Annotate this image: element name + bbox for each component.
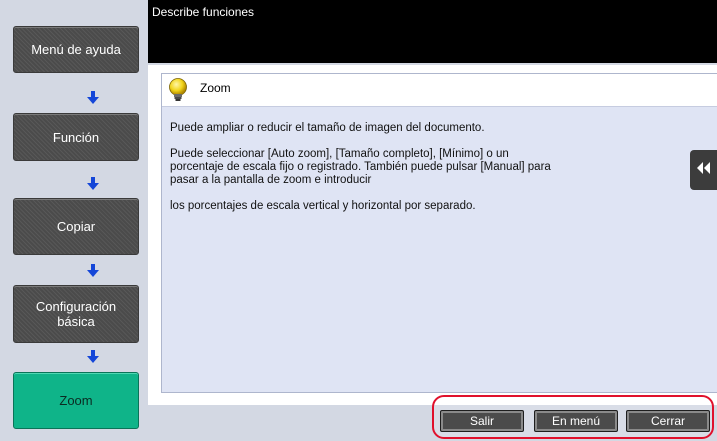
header-bar: Describe funciones xyxy=(148,0,717,63)
exit-button[interactable]: Salir xyxy=(440,410,524,432)
nav-item-label: Menú de ayuda xyxy=(31,42,121,57)
in-menu-button[interactable]: En menú xyxy=(534,410,618,432)
exit-button-label: Salir xyxy=(469,414,494,428)
page-title: Describe funciones xyxy=(152,5,255,19)
nav-item-copy[interactable]: Copiar xyxy=(13,198,139,255)
nav-item-help-menu[interactable]: Menú de ayuda xyxy=(13,26,139,73)
help-navigation: Menú de ayuda Función Copiar Configuraci… xyxy=(0,0,148,441)
description-panel: Zoom Puede ampliar o reducir el tamaño d… xyxy=(161,73,717,393)
nav-item-label: Copiar xyxy=(56,219,96,234)
nav-item-zoom[interactable]: Zoom xyxy=(13,372,139,429)
close-button-label: Cerrar xyxy=(650,414,685,428)
nav-item-function[interactable]: Función xyxy=(13,113,139,161)
nav-item-basic-settings[interactable]: Configuración básica xyxy=(13,285,139,343)
arrow-down-icon xyxy=(87,91,99,105)
lightbulb-icon xyxy=(167,77,189,108)
double-chevron-left-icon xyxy=(696,161,711,179)
arrow-down-icon xyxy=(87,350,99,364)
collapse-panel-button[interactable] xyxy=(690,150,717,190)
main-area: Zoom Puede ampliar o reducir el tamaño d… xyxy=(148,65,717,405)
paragraph: Puede ampliar o reducir el tamaño de ima… xyxy=(170,122,485,134)
in-menu-button-label: En menú xyxy=(551,414,601,428)
arrow-down-icon xyxy=(87,177,99,191)
arrow-down-icon xyxy=(87,264,99,278)
panel-title: Zoom xyxy=(200,81,231,95)
panel-header: Zoom xyxy=(162,74,717,107)
nav-item-label: Zoom xyxy=(59,393,93,408)
description-text: Puede ampliar o reducir el tamaño de ima… xyxy=(170,122,680,226)
paragraph: Puede seleccionar [Auto zoom], [Tamaño c… xyxy=(170,148,551,186)
nav-item-label: Configuración básica xyxy=(35,299,117,329)
close-button[interactable]: Cerrar xyxy=(626,410,710,432)
paragraph: los porcentajes de escala vertical y hor… xyxy=(170,200,476,212)
nav-item-label: Función xyxy=(52,129,100,145)
